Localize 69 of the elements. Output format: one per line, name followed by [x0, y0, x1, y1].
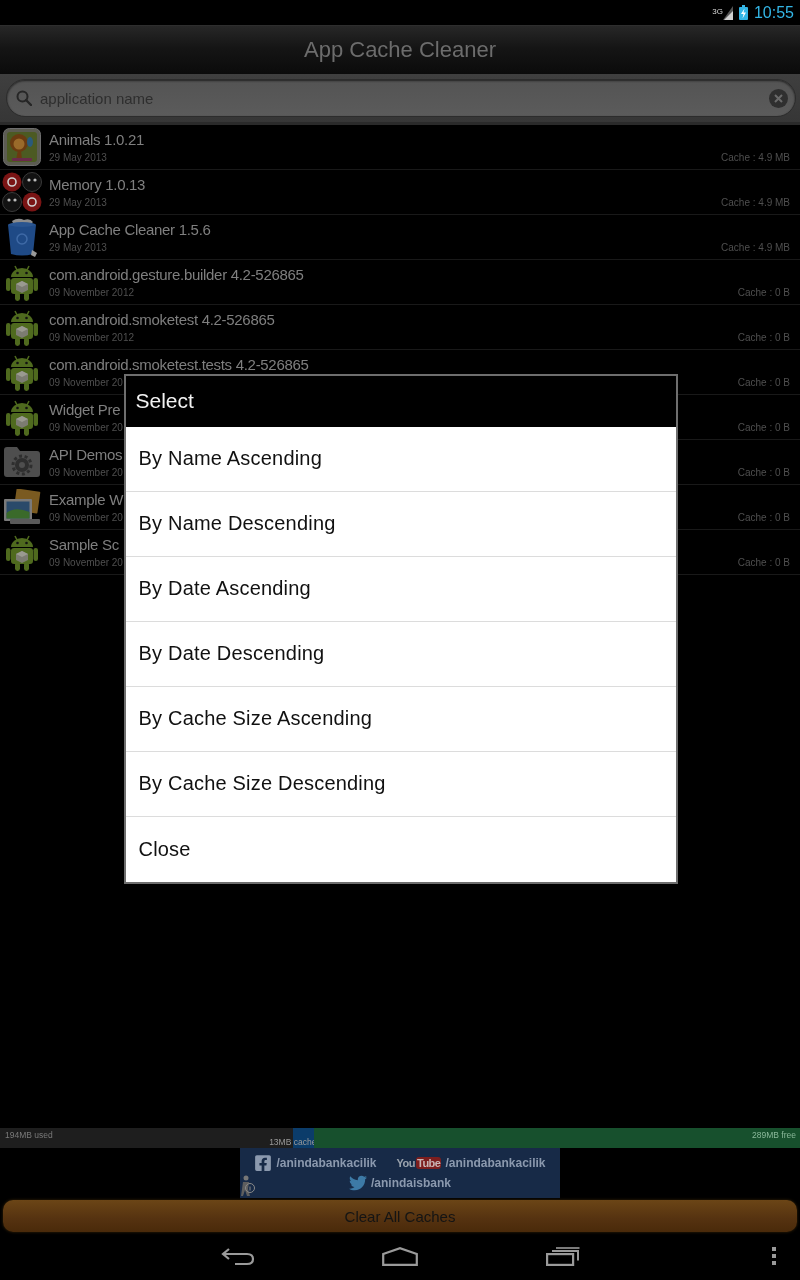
- robot-icon: [5, 308, 38, 346]
- storage-label: 194MB used: [5, 1130, 53, 1140]
- bird-icon: [349, 1174, 367, 1192]
- menu-option[interactable]: By Date Descending: [125, 621, 676, 687]
- cache-size: Cache : 0 B: [737, 556, 791, 570]
- cache-size: Cache : 0 B: [737, 511, 791, 525]
- app-date: 09 November 2012: [49, 331, 135, 345]
- robot-icon: [5, 533, 38, 571]
- social-handle: /anindabankacilik: [276, 1155, 377, 1171]
- menu-option[interactable]: By Date Ascending: [125, 556, 676, 622]
- app-name: com.android.smoketest.tests 4.2-526865: [49, 355, 309, 375]
- menu-option[interactable]: By Name Ascending: [125, 426, 676, 492]
- app-title: App Cache Cleaner: [304, 37, 496, 63]
- battery-charging-icon: [738, 5, 748, 20]
- faces-icon: [1, 172, 42, 212]
- app-name: com.android.smoketest 4.2-526865: [49, 310, 275, 330]
- cache-size: Cache : 4.9 MB: [721, 151, 791, 165]
- video-logo: You Tube: [396, 1156, 442, 1170]
- robot-icon: [5, 353, 38, 391]
- network-type: 3G: [712, 6, 723, 16]
- facebook-icon: [254, 1154, 273, 1172]
- cache-size: Cache : 0 B: [737, 376, 791, 390]
- clock-time: 10:55: [753, 2, 794, 23]
- cache-size: Cache : 0 B: [737, 286, 791, 300]
- robot-icon: [5, 398, 38, 436]
- robot-icon: [5, 263, 38, 301]
- menu-option[interactable]: By Cache Size Ascending: [125, 686, 676, 752]
- cache-size: Cache : 4.9 MB: [721, 241, 791, 255]
- app-name: App Cache Cleaner 1.5.6: [49, 220, 211, 240]
- cache-size: Cache : 0 B: [737, 466, 791, 480]
- menu-option[interactable]: By Name Descending: [125, 491, 676, 557]
- menu-option[interactable]: Close: [125, 816, 676, 882]
- back-icon[interactable]: [221, 1246, 255, 1266]
- dialog-title: Select: [135, 389, 194, 413]
- app-date: 29 May 2013: [49, 196, 107, 210]
- app-name: com.android.gesture.builder 4.2-526865: [49, 265, 304, 285]
- trash-icon: [5, 217, 38, 257]
- app-name: Animals 1.0.21: [49, 130, 145, 150]
- gear-folder-icon: [3, 447, 40, 477]
- social-banner[interactable]: /anindabankacilik You Tube /anindabankacilik /anindaisbank: [240, 1148, 560, 1198]
- recents-icon[interactable]: [546, 1246, 580, 1266]
- app-name: Memory 1.0.13: [49, 175, 146, 195]
- storage-label: 289MB free: [752, 1130, 796, 1140]
- menu-icon[interactable]: [772, 1247, 776, 1265]
- app-name: Example W: [49, 490, 123, 510]
- cache-size: Cache : 4.9 MB: [721, 196, 791, 210]
- app-date: 09 November 2012: [49, 286, 135, 300]
- app-date: 09 November 20: [49, 421, 123, 435]
- lion-icon: [2, 128, 41, 166]
- info-icon[interactable]: [241, 1175, 255, 1197]
- app-name: API Demos: [49, 445, 123, 465]
- signal-icon: [722, 5, 733, 20]
- pictures-icon: [2, 489, 41, 525]
- social-handle: /anindabankacilik: [445, 1155, 546, 1171]
- clear-icon[interactable]: [769, 88, 788, 108]
- app-date: 09 November 20: [49, 511, 123, 525]
- cache-size: Cache : 0 B: [737, 331, 791, 345]
- social-handle: /anindaisbank: [371, 1175, 451, 1191]
- menu-option[interactable]: By Cache Size Descending: [125, 751, 676, 817]
- app-name: Widget Pre: [49, 400, 121, 420]
- app-date: 09 November 20: [49, 556, 123, 570]
- app-date: 29 May 2013: [49, 241, 107, 255]
- app-date: 09 November 20: [49, 466, 123, 480]
- search-icon: [16, 90, 32, 106]
- home-icon[interactable]: [382, 1246, 418, 1266]
- app-date: 29 May 2013: [49, 151, 107, 165]
- cache-size: Cache : 0 B: [737, 421, 791, 435]
- app-name: Sample Sc: [49, 535, 119, 555]
- app-date: 09 November 20: [49, 376, 123, 390]
